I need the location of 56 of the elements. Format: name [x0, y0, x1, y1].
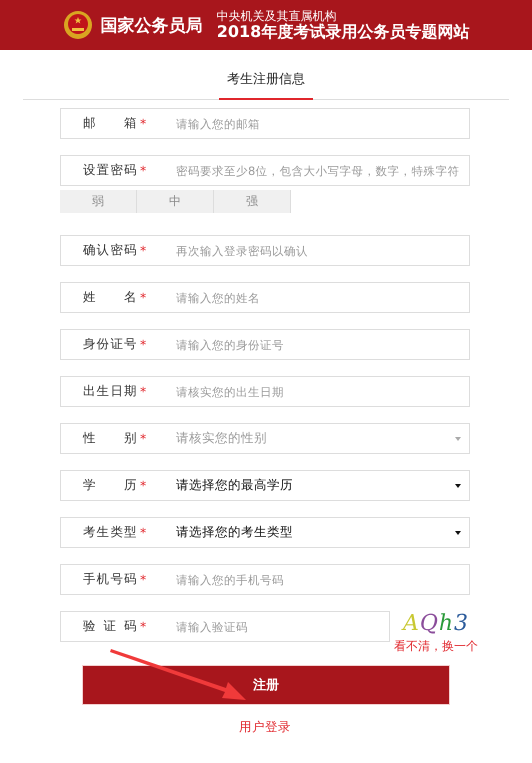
login-link[interactable]: 用户登录: [239, 719, 291, 736]
input-field[interactable]: 请输入您的姓名: [176, 290, 469, 304]
field-label: 出生日期: [83, 383, 137, 400]
site-title: 2018年度考试录用公务员专题网站: [216, 22, 470, 40]
caret-icon: [455, 530, 461, 534]
input-field[interactable]: 请输入您的手机号码: [176, 572, 469, 586]
field-label: 考生类型: [83, 524, 137, 541]
required-mark: *: [140, 525, 148, 540]
required-mark: *: [140, 243, 148, 258]
required-mark: *: [140, 163, 148, 178]
agency-name: 国家公务员局: [100, 14, 203, 36]
caret-icon: [455, 484, 461, 488]
field-label: 姓 名: [83, 289, 137, 306]
refresh-captcha-link[interactable]: 看不清，换一个: [394, 638, 478, 655]
required-mark: *: [140, 116, 148, 131]
header-subtitle: 中央机关及其直属机构: [216, 10, 338, 23]
input-field[interactable]: 请输入您的邮箱: [176, 116, 469, 130]
field-label: 验 证 码: [83, 618, 137, 635]
field-label: 手机号码: [83, 571, 137, 588]
captcha-image[interactable]: AQh3: [402, 611, 470, 636]
field-label: 性 别: [83, 430, 137, 447]
text-field[interactable]: 出生日期 * 请核实您的出生日期: [60, 376, 470, 407]
field-label: 身份证号: [83, 336, 137, 353]
required-mark: *: [140, 619, 148, 634]
select-field[interactable]: 性 别 * 请核实您的性别: [60, 423, 470, 454]
required-mark: *: [140, 478, 148, 493]
text-field[interactable]: 验 证 码 * 请输入验证码: [60, 611, 390, 642]
required-mark: *: [140, 431, 148, 446]
input-field[interactable]: 请输入您的身份证号: [176, 338, 469, 352]
caret-icon: [455, 436, 461, 440]
input-field[interactable]: 请输入验证码: [176, 620, 389, 634]
strength-level: 强: [214, 190, 291, 213]
text-field[interactable]: 确认密码 * 再次输入登录密码以确认: [60, 235, 470, 266]
input-field[interactable]: 请核实您的出生日期: [176, 384, 469, 398]
text-field[interactable]: 邮 箱 * 请输入您的邮箱: [60, 108, 470, 139]
emblem-icon: [62, 10, 93, 40]
select-field[interactable]: 考生类型 * 请选择您的考生类型: [60, 517, 470, 548]
text-field[interactable]: 手机号码 * 请输入您的手机号码: [60, 564, 470, 595]
required-mark: *: [140, 290, 148, 305]
register-button[interactable]: 注册: [82, 665, 450, 705]
text-field[interactable]: 设置密码 * 密码要求至少8位，包含大小写字母，数字，特殊字符: [60, 155, 470, 186]
input-field[interactable]: 再次输入登录密码以确认: [176, 244, 469, 258]
field-label: 学 历: [83, 477, 137, 494]
required-mark: *: [140, 337, 148, 352]
strength-level: 中: [137, 190, 214, 213]
strength-level: 弱: [60, 190, 137, 213]
field-label: 设置密码: [83, 162, 137, 179]
input-field[interactable]: 密码要求至少8位，包含大小写字母，数字，特殊字符: [176, 164, 469, 178]
text-field[interactable]: 姓 名 * 请输入您的姓名: [60, 282, 470, 313]
required-mark: *: [140, 384, 148, 399]
select-field[interactable]: 学 历 * 请选择您的最高学历: [60, 470, 470, 501]
field-label: 邮 箱: [83, 115, 137, 132]
field-label: 确认密码: [83, 242, 137, 259]
tab[interactable]: 考生注册信息: [219, 70, 313, 100]
required-mark: *: [140, 572, 148, 587]
text-field[interactable]: 身份证号 * 请输入您的身份证号: [60, 329, 470, 360]
